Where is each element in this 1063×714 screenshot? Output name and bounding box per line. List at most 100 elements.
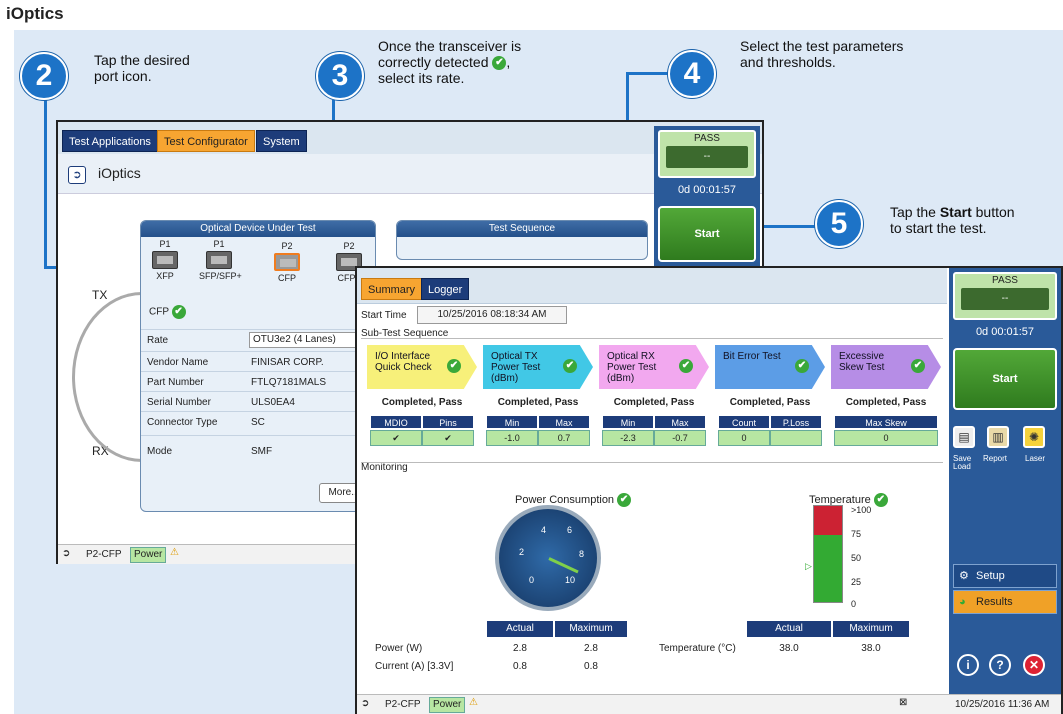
part-number-row: Part Number FTLQ7181MALS bbox=[141, 371, 375, 391]
subtest-label: (dBm) bbox=[607, 373, 635, 384]
laser-warning-icon: ⚠ bbox=[469, 697, 478, 708]
subtest-label: Skew Test bbox=[839, 362, 885, 373]
page-title: iOptics bbox=[6, 4, 64, 23]
step-3-badge: 3 bbox=[316, 52, 364, 100]
power-gauge: 0 2 4 6 8 10 bbox=[495, 505, 601, 611]
subtest-metric-value: ✔ bbox=[422, 430, 474, 446]
close-icon[interactable]: ✕ bbox=[1023, 654, 1045, 676]
port-p2-cfp[interactable]: P2 CFP bbox=[267, 241, 307, 283]
subtest-metric-value: -1.0 bbox=[486, 430, 538, 446]
subtest-metric-value: 0 bbox=[834, 430, 938, 446]
results-icon: ◕ bbox=[959, 596, 966, 608]
check-icon: ✔ bbox=[171, 305, 186, 319]
subtest-metric-header: Max bbox=[654, 415, 706, 429]
current-maximum: 0.8 bbox=[584, 661, 598, 672]
connection-icon: ⊠ bbox=[899, 697, 908, 708]
check-icon: ✔ bbox=[911, 359, 925, 373]
subtest-result: Completed, Pass bbox=[381, 397, 463, 408]
results-button[interactable]: ◕ Results bbox=[953, 590, 1057, 614]
power-indicator: Power bbox=[429, 697, 466, 713]
cfp-detected: CFP ✔ bbox=[149, 305, 186, 319]
subtest-step-5[interactable]: Excessive Skew Test ✔ bbox=[831, 345, 941, 389]
app-status-icon: ➲ bbox=[62, 548, 71, 559]
power-actual: 2.8 bbox=[513, 643, 527, 654]
subtest-result: Completed, Pass bbox=[845, 397, 927, 408]
temperature-maximum: 38.0 bbox=[861, 643, 881, 654]
mode-row: Mode SMF bbox=[141, 435, 375, 463]
status-port: P2-CFP bbox=[86, 549, 122, 560]
gauge-tick-4: 4 bbox=[541, 525, 547, 535]
app-status-icon: ➲ bbox=[361, 698, 370, 709]
gauge-tick-10: 10 bbox=[565, 575, 576, 585]
subtest-label: Optical TX bbox=[491, 351, 538, 362]
temp-actual-header: Actual bbox=[747, 621, 831, 637]
tab-test-applications[interactable]: Test Applications bbox=[62, 130, 158, 152]
step-2-badge: 2 bbox=[20, 52, 68, 100]
info-icon[interactable]: i bbox=[957, 654, 979, 676]
subtest-label: (dBm) bbox=[491, 373, 519, 384]
rate-row: Rate OTU3e2 (4 Lanes) bbox=[141, 329, 375, 349]
setup-button[interactable]: ⚙ Setup bbox=[953, 564, 1057, 588]
start-button[interactable]: Start bbox=[658, 206, 756, 262]
app-title: iOptics bbox=[98, 165, 141, 181]
temperature-actual: 38.0 bbox=[779, 643, 799, 654]
load-label: Load bbox=[953, 462, 971, 471]
temperature-bar bbox=[813, 505, 843, 603]
power-row-label: Power (W) bbox=[375, 643, 423, 654]
temp-tick-50: 50 bbox=[851, 553, 862, 563]
report-icon[interactable]: ▥ bbox=[987, 426, 1009, 448]
port-p1-sfp[interactable]: P1 SFP/SFP+ bbox=[199, 239, 242, 281]
pass-status: PASS -- bbox=[953, 272, 1057, 320]
tab-system[interactable]: System bbox=[256, 130, 307, 152]
gauge-needle bbox=[548, 557, 579, 574]
serial-number-row: Serial Number ULS0EA4 bbox=[141, 391, 375, 411]
subtest-metric-value: -2.3 bbox=[602, 430, 654, 446]
step-5-badge: 5 bbox=[815, 200, 863, 248]
gauge-tick-2: 2 bbox=[519, 547, 525, 557]
temp-tick-0: 0 bbox=[851, 599, 857, 609]
subtest-step-4[interactable]: Bit Error Test ✔ bbox=[715, 345, 825, 389]
power-actual-header: Actual bbox=[487, 621, 553, 637]
check-icon: ✔ bbox=[617, 493, 632, 507]
subtest-label: Quick Check bbox=[375, 362, 432, 373]
gauge-tick-8: 8 bbox=[579, 549, 585, 559]
subtest-metric-header: MDIO bbox=[370, 415, 422, 429]
check-icon: ✔ bbox=[563, 359, 577, 373]
temperature-pointer-icon: ▷ bbox=[805, 561, 812, 571]
optical-device-panel: Optical Device Under Test P1 XFP P1 SFP/SF… bbox=[140, 220, 376, 512]
power-maximum: 2.8 bbox=[584, 643, 598, 654]
start-button[interactable]: Start bbox=[953, 348, 1057, 410]
subtest-result: Completed, Pass bbox=[613, 397, 695, 408]
subtest-step-2[interactable]: Optical TX Power Test (dBm) ✔ bbox=[483, 345, 593, 389]
temp-tick-75: 75 bbox=[851, 529, 862, 539]
subtest-step-1[interactable]: I/O Interface Quick Check ✔ bbox=[367, 345, 477, 389]
subtest-metric-header: P.Loss bbox=[770, 415, 822, 429]
test-sequence-header: Test Sequence bbox=[397, 221, 647, 237]
subtest-metric-value: 0.7 bbox=[538, 430, 590, 446]
laser-icon[interactable]: ✺ bbox=[1023, 426, 1045, 448]
tab-logger[interactable]: Logger bbox=[421, 278, 470, 300]
port-p1-xfp[interactable]: P1 XFP bbox=[145, 239, 185, 281]
subtest-sequence: I/O Interface Quick Check ✔ Completed, Pass… bbox=[361, 338, 943, 458]
odut-header: Optical Device Under Test bbox=[141, 221, 375, 237]
subtest-step-3[interactable]: Optical RX Power Test (dBm) ✔ bbox=[599, 345, 709, 389]
tab-test-configurator[interactable]: Test Configurator bbox=[157, 130, 255, 152]
temperature-row-label: Temperature (°C) bbox=[659, 643, 736, 654]
tab-summary[interactable]: Summary bbox=[361, 278, 423, 300]
temp-maximum-header: Maximum bbox=[833, 621, 909, 637]
save-load-icon[interactable]: ▤ bbox=[953, 426, 975, 448]
current-row-label: Current (A) [3.3V] bbox=[375, 661, 454, 672]
subtest-label: Optical RX bbox=[607, 351, 655, 362]
subtest-metric-header: Min bbox=[486, 415, 538, 429]
rate-select[interactable]: OTU3e2 (4 Lanes) bbox=[249, 332, 369, 348]
check-icon: ✔ bbox=[492, 56, 507, 71]
datetime: 10/25/2016 11:36 AM bbox=[955, 699, 1050, 710]
subtest-label: Bit Error Test bbox=[723, 351, 781, 362]
subtest-metric-header: Min bbox=[602, 415, 654, 429]
help-icon[interactable]: ? bbox=[989, 654, 1011, 676]
subtest-metric-value: -0.7 bbox=[654, 430, 706, 446]
power-maximum-header: Maximum bbox=[555, 621, 627, 637]
power-indicator: Power bbox=[130, 547, 167, 563]
start-time-label: Start Time bbox=[361, 310, 407, 321]
report-label: Report bbox=[983, 454, 1008, 463]
